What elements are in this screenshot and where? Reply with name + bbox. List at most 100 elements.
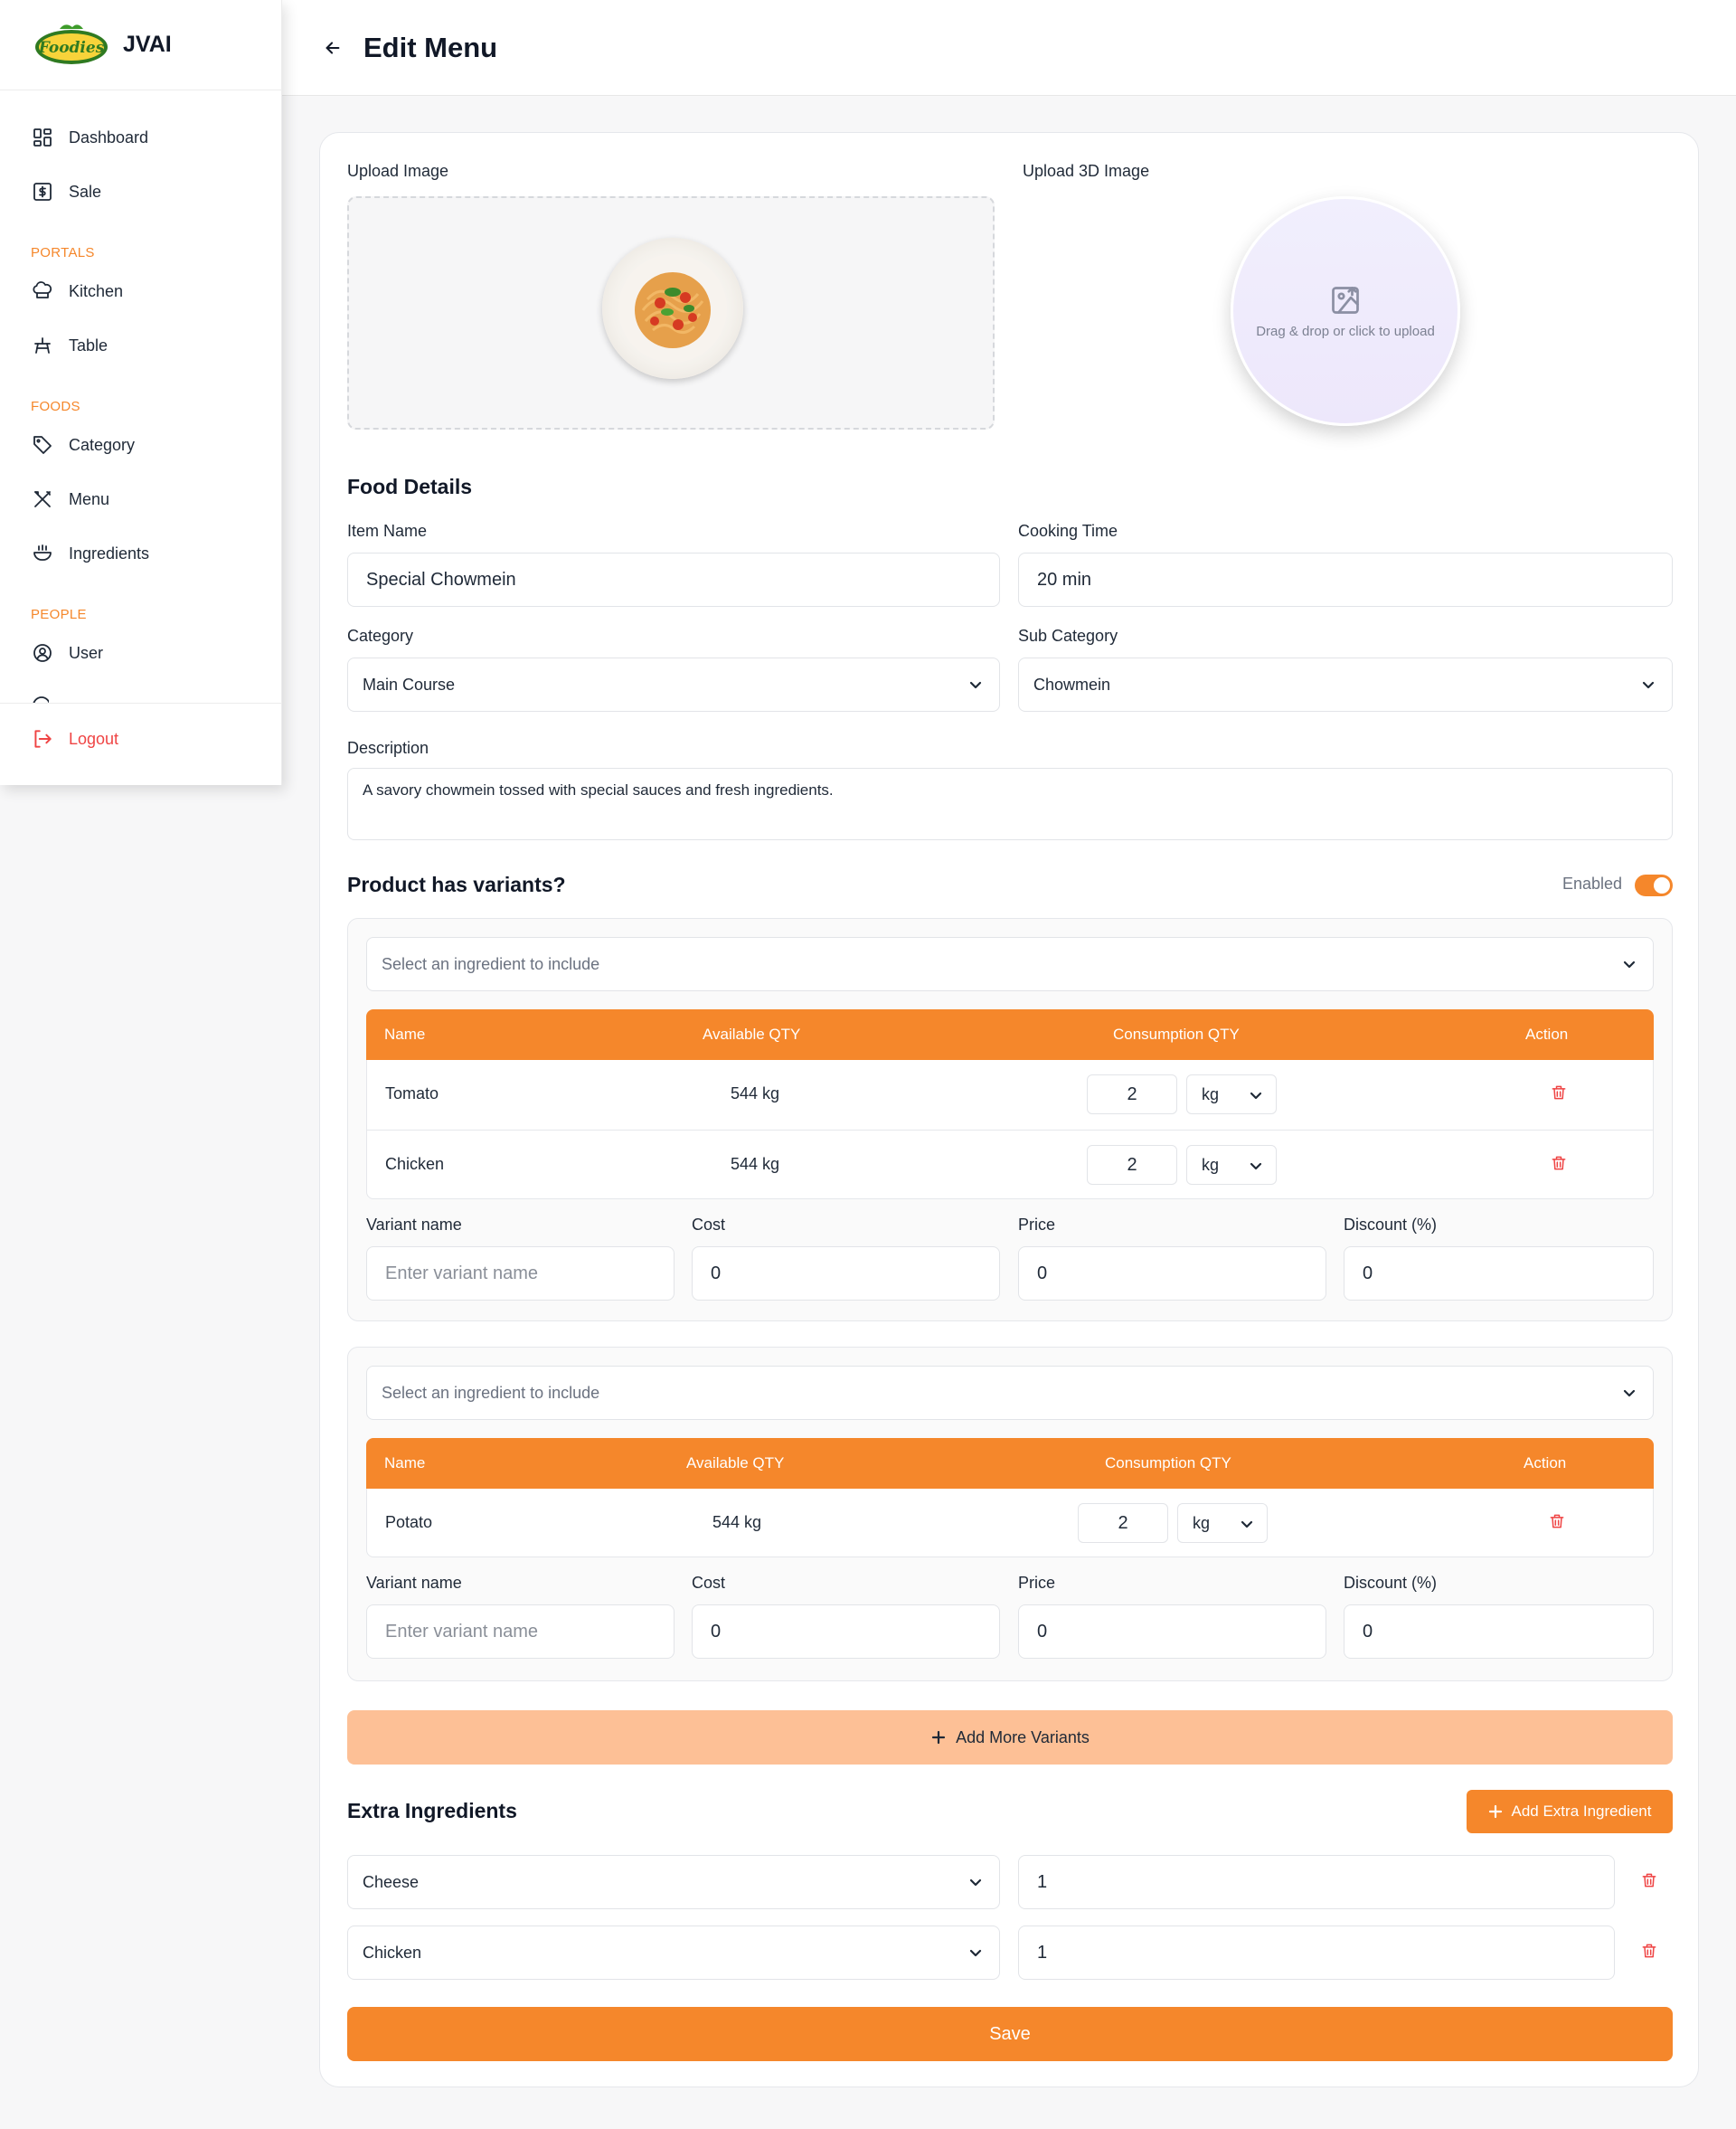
ingredient-select[interactable]: Select an ingredient to include — [366, 937, 1654, 991]
dashboard-icon — [31, 126, 54, 149]
sidebar-item-label: Category — [69, 435, 136, 454]
sidebar-item-label: Ingredients — [69, 544, 150, 563]
delete-icon[interactable] — [1640, 1942, 1662, 1963]
subcategory-value: Chowmein — [1033, 675, 1111, 694]
sidebar-item-category[interactable]: Category — [0, 418, 281, 472]
available-qty: 544 kg — [731, 1155, 780, 1173]
consumption-qty-input[interactable]: 2 — [1078, 1503, 1168, 1543]
ingredients-table-header: Name Available QTY Consumption QTY Actio… — [366, 1009, 1654, 1060]
add-extra-ingredient-button[interactable]: Add Extra Ingredient — [1467, 1790, 1673, 1833]
plus-icon — [1488, 1804, 1502, 1819]
table-row: Chicken 544 kg 2 kg — [367, 1130, 1653, 1198]
variants-toggle-label: Enabled — [1562, 875, 1623, 893]
category-value: Main Course — [363, 675, 456, 694]
sidebar-item-ingredients[interactable]: Ingredients — [0, 526, 281, 581]
extra-ingredient-qty-input[interactable]: 1 — [1018, 1855, 1615, 1909]
sidebar: Foodies JVAI Dashboard Sale PORTALS Kitc… — [0, 0, 282, 785]
cooking-time-input[interactable]: 20 min — [1018, 553, 1673, 607]
sidebar-item-table[interactable]: Table — [0, 318, 281, 373]
column-header-available-qty: Available QTY — [686, 1454, 785, 1471]
chevron-down-icon — [1641, 677, 1656, 692]
item-name-input[interactable]: Special Chowmein — [347, 553, 1000, 607]
sidebar-item-sale[interactable]: Sale — [0, 165, 281, 219]
upload-image-label: Upload Image — [347, 162, 449, 180]
section-foods: FOODS — [31, 399, 80, 414]
discount-label: Discount (%) — [1344, 1574, 1438, 1592]
sidebar-item-kitchen[interactable]: Kitchen — [0, 264, 281, 318]
variant-name-input[interactable]: Enter variant name — [366, 1604, 675, 1659]
add-more-variants-button[interactable]: Add More Variants — [347, 1710, 1673, 1765]
extra-ingredient-select[interactable]: Cheese — [347, 1855, 1000, 1909]
sidebar-nav: Dashboard Sale PORTALS Kitchen Table FOO… — [0, 90, 281, 680]
unit-select[interactable]: kg — [1186, 1074, 1277, 1114]
upload-3d-image-dropzone[interactable]: Drag & drop or click to upload — [1231, 196, 1460, 426]
cost-input[interactable]: 0 — [692, 1604, 1000, 1659]
extra-ingredient-value: Chicken — [363, 1943, 422, 1962]
column-header-action: Action — [1524, 1454, 1567, 1471]
unit-value: kg — [1202, 1084, 1220, 1103]
add-more-variants-label: Add More Variants — [956, 1727, 1090, 1746]
ingredients-table-body: Potato 544 kg 2 kg — [366, 1489, 1654, 1557]
sidebar-item-label: Menu — [69, 489, 110, 508]
variant-name-input[interactable]: Enter variant name — [366, 1246, 675, 1301]
sidebar-item-label: Dashboard — [69, 128, 149, 147]
price-input[interactable]: 0 — [1018, 1604, 1326, 1659]
discount-input[interactable]: 0 — [1344, 1604, 1654, 1659]
consumption-qty-input[interactable]: 2 — [1087, 1145, 1177, 1185]
unit-select[interactable]: kg — [1177, 1503, 1268, 1543]
delete-icon[interactable] — [1550, 1154, 1571, 1176]
category-label: Category — [347, 627, 414, 645]
extra-ingredient-value: Cheese — [363, 1872, 420, 1891]
cost-input[interactable]: 0 — [692, 1246, 1000, 1301]
upload-3d-image-label: Upload 3D Image — [1023, 162, 1150, 180]
ingredient-name: Potato — [385, 1513, 433, 1531]
ingredient-name: Tomato — [385, 1084, 439, 1102]
column-header-consumption-qty: Consumption QTY — [1113, 1026, 1240, 1043]
consumption-qty-input[interactable]: 2 — [1087, 1074, 1177, 1114]
column-header-consumption-qty: Consumption QTY — [1105, 1454, 1231, 1471]
upload-image-dropzone[interactable] — [347, 196, 995, 430]
logout-label: Logout — [69, 729, 119, 748]
delete-icon[interactable] — [1548, 1512, 1570, 1534]
plus-icon — [932, 1730, 946, 1745]
description-textarea[interactable]: A savory chowmein tossed with special sa… — [347, 768, 1673, 840]
foodies-logo[interactable]: Foodies — [33, 22, 110, 69]
variants-toggle[interactable] — [1635, 875, 1673, 896]
sidebar-item-menu[interactable]: Menu — [0, 472, 281, 526]
subcategory-select[interactable]: Chowmein — [1018, 658, 1673, 712]
column-header-available-qty: Available QTY — [703, 1026, 801, 1043]
image-upload-icon — [1332, 286, 1359, 314]
unit-select[interactable]: kg — [1186, 1145, 1277, 1185]
cooking-time-label: Cooking Time — [1018, 522, 1118, 540]
extra-ingredient-qty-input[interactable]: 1 — [1018, 1926, 1615, 1980]
sidebar-item-label: User — [69, 643, 104, 662]
page-title: Edit Menu — [363, 31, 498, 63]
chef-hat-icon — [31, 279, 54, 303]
logout-button[interactable]: Logout — [31, 727, 118, 751]
unit-value: kg — [1202, 1155, 1220, 1174]
category-select[interactable]: Main Course — [347, 658, 1000, 712]
sidebar-item-user[interactable]: User — [0, 626, 281, 680]
cost-label: Cost — [692, 1574, 726, 1592]
sidebar-item-dashboard[interactable]: Dashboard — [0, 110, 281, 165]
save-button[interactable]: Save — [347, 2007, 1673, 2061]
delete-icon[interactable] — [1550, 1083, 1571, 1105]
ingredient-select[interactable]: Select an ingredient to include — [366, 1366, 1654, 1420]
available-qty: 544 kg — [731, 1084, 780, 1102]
section-portals: PORTALS — [31, 245, 95, 260]
price-input[interactable]: 0 — [1018, 1246, 1326, 1301]
tag-icon — [31, 433, 54, 457]
chevron-down-icon — [968, 677, 983, 692]
upload-3d-hint: Drag & drop or click to upload — [1256, 323, 1435, 339]
delete-icon[interactable] — [1640, 1871, 1662, 1893]
edit-menu-card: Upload Image Upload 3D Image Drag & drop… — [319, 132, 1699, 2087]
unit-value: kg — [1193, 1513, 1211, 1532]
variant-group: Select an ingredient to include Name Ava… — [347, 918, 1673, 1321]
discount-input[interactable]: 0 — [1344, 1246, 1654, 1301]
ingredients-icon — [31, 542, 54, 565]
discount-label: Discount (%) — [1344, 1216, 1438, 1234]
svg-text:Foodies: Foodies — [38, 39, 105, 57]
page-header: Edit Menu — [282, 0, 1736, 96]
extra-ingredient-select[interactable]: Chicken — [347, 1926, 1000, 1980]
back-button[interactable] — [318, 33, 347, 62]
